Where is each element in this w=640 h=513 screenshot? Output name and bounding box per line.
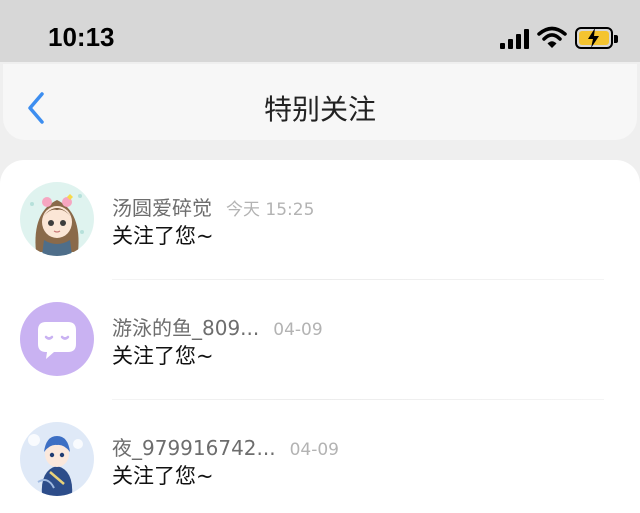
list-item[interactable]: 汤圆爱碎觉 今天 15:25 关注了您~ (0, 160, 640, 280)
message-text: 关注了您~ (112, 224, 214, 248)
timestamp: 04-09 (273, 320, 323, 340)
signal-icon (500, 29, 532, 49)
avatar[interactable] (20, 302, 94, 376)
wifi-icon (537, 26, 567, 48)
avatar[interactable] (20, 182, 94, 256)
status-time: 10:13 (48, 22, 115, 52)
message-text: 关注了您~ (112, 344, 214, 368)
page-title: 特别关注 (263, 93, 376, 126)
battery-icon (575, 27, 618, 49)
avatar[interactable] (20, 422, 94, 496)
nav-bar: 特别关注 (3, 64, 637, 140)
status-bar: 10:13 (0, 0, 640, 62)
user-name: 游泳的鱼_809... (112, 316, 260, 340)
timestamp: 04-09 (289, 440, 339, 460)
message-text: 关注了您~ (112, 464, 214, 488)
list-item[interactable]: 游泳的鱼_809... 04-09 关注了您~ (0, 280, 640, 400)
user-name: 夜_979916742... (112, 436, 276, 460)
timestamp: 今天 15:25 (226, 200, 315, 220)
list-item[interactable]: 夜_979916742... 04-09 关注了您~ (0, 400, 640, 513)
user-name: 汤圆爱碎觉 (112, 196, 212, 220)
follow-list: 汤圆爱碎觉 今天 15:25 关注了您~ 游泳的鱼_809... 04-09 关注了… (0, 160, 640, 513)
